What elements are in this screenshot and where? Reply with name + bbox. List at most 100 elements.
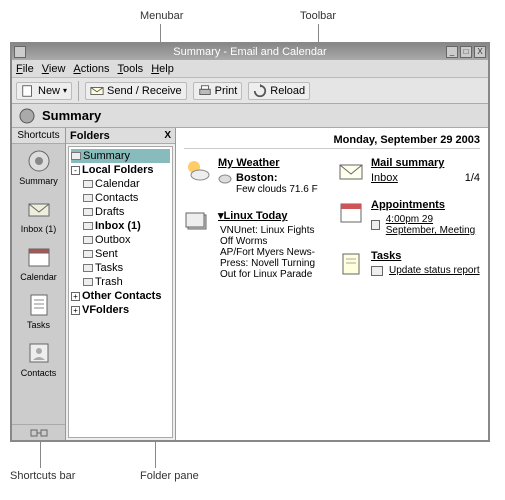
mail-inbox-link[interactable]: Inbox <box>371 172 398 184</box>
folder-pane-header: Folders <box>70 130 110 142</box>
tree-inbox[interactable]: Inbox (1) <box>71 219 170 233</box>
tree-local-folders[interactable]: -Local Folders <box>71 163 170 177</box>
shortcut-contacts[interactable]: Contacts <box>12 336 65 384</box>
inbox-shortcut-icon <box>26 196 52 222</box>
appointments-icon <box>337 199 365 227</box>
callout-toolbar: Toolbar <box>300 10 336 22</box>
new-button[interactable]: New ▾ <box>16 82 72 100</box>
news-icon <box>184 209 212 237</box>
app-window: Summary - Email and Calendar _ □ X FFile… <box>10 42 490 442</box>
tree-vfolders[interactable]: +VFolders <box>71 303 170 317</box>
tasks-title[interactable]: Tasks <box>371 250 480 262</box>
news-item[interactable]: AP/Fort Myers News-Press: Novell Turning… <box>220 247 327 280</box>
main-content: Monday, September 29 2003 My Weather Bos… <box>176 128 488 440</box>
tasks-icon <box>337 250 365 278</box>
folder-icon <box>83 180 93 188</box>
menu-actions[interactable]: Actions <box>73 63 109 75</box>
folder-pane: Folders X Summary -Local Folders Calenda… <box>66 128 176 440</box>
task-item-icon <box>371 266 383 276</box>
page-header: Summary <box>12 104 488 128</box>
weather-city: Boston: <box>236 172 278 184</box>
print-button[interactable]: Print <box>193 82 243 100</box>
menu-file[interactable]: FFileile <box>16 63 34 75</box>
contacts-shortcut-icon <box>26 340 52 366</box>
collapse-icon[interactable]: - <box>71 166 80 175</box>
date-display: Monday, September 29 2003 <box>184 134 480 149</box>
mail-section: Mail summary Inbox 1/4 <box>337 157 480 185</box>
tree-contacts[interactable]: Contacts <box>71 191 170 205</box>
summary-shortcut-icon <box>26 148 52 174</box>
shortcuts-footer[interactable] <box>12 424 65 440</box>
weather-icon <box>184 157 212 185</box>
news-item[interactable]: VNUnet: Linux Fights Off Worms <box>220 225 327 247</box>
tree-tasks[interactable]: Tasks <box>71 261 170 275</box>
reload-button[interactable]: Reload <box>248 82 310 100</box>
folder-icon <box>83 236 93 244</box>
tree-summary[interactable]: Summary <box>71 149 170 163</box>
callout-menubar: Menubar <box>140 10 183 22</box>
mail-icon <box>337 157 365 185</box>
shortcut-inbox[interactable]: Inbox (1) <box>12 192 65 240</box>
mail-inbox-count: 1/4 <box>465 172 480 184</box>
connector-icon <box>29 428 49 438</box>
folder-icon <box>83 264 93 272</box>
shortcut-summary[interactable]: Summary <box>12 144 65 192</box>
news-title[interactable]: ▾Linux Today <box>218 209 327 222</box>
shortcut-calendar[interactable]: Calendar <box>12 240 65 288</box>
summary-tree-icon <box>71 152 81 160</box>
menu-tools[interactable]: Tools <box>118 63 144 75</box>
shortcuts-header: Shortcuts <box>12 128 65 144</box>
titlebar: Summary - Email and Calendar _ □ X <box>12 44 488 60</box>
task-item[interactable]: Update status report <box>389 265 480 276</box>
folder-icon <box>83 208 93 216</box>
folder-pane-close[interactable]: X <box>164 130 171 141</box>
expand-icon[interactable]: + <box>71 306 80 315</box>
mail-title[interactable]: Mail summary <box>371 157 480 169</box>
cloud-icon <box>218 172 232 184</box>
folder-icon <box>83 250 93 258</box>
chevron-down-icon: ▾ <box>63 86 67 95</box>
expand-icon[interactable]: + <box>71 292 80 301</box>
summary-icon <box>18 107 36 125</box>
tasks-section: Tasks Update status report <box>337 250 480 278</box>
new-icon <box>21 84 35 98</box>
reload-icon <box>253 84 267 98</box>
print-icon <box>198 84 212 98</box>
weather-section: My Weather Boston: Few clouds 71.6 F <box>184 157 327 195</box>
tree-other-contacts[interactable]: +Other Contacts <box>71 289 170 303</box>
weather-title[interactable]: My Weather <box>218 157 327 169</box>
tree-outbox[interactable]: Outbox <box>71 233 170 247</box>
weather-conditions: Few clouds 71.6 F <box>236 184 327 195</box>
send-receive-button[interactable]: Send / Receive <box>85 82 187 100</box>
page-title: Summary <box>42 108 101 123</box>
close-button[interactable]: X <box>474 46 486 58</box>
appointments-title[interactable]: Appointments <box>371 199 480 211</box>
app-icon <box>14 46 26 58</box>
send-receive-icon <box>90 84 104 98</box>
tree-sent[interactable]: Sent <box>71 247 170 261</box>
tasks-shortcut-icon <box>26 292 52 318</box>
minimize-button[interactable]: _ <box>446 46 458 58</box>
shortcut-tasks[interactable]: Tasks <box>12 288 65 336</box>
menu-view[interactable]: View <box>42 63 66 75</box>
folder-icon <box>83 222 93 230</box>
callout-folderpane: Folder pane <box>140 470 199 482</box>
appointments-section: Appointments 4:00pm 29 September, Meetin… <box>337 199 480 236</box>
news-section: ▾Linux Today VNUnet: Linux Fights Off Wo… <box>184 209 327 280</box>
menubar: FFileile View Actions Tools Help <box>12 60 488 78</box>
menu-help[interactable]: Help <box>151 63 174 75</box>
folder-tree: Summary -Local Folders Calendar Contacts… <box>68 146 173 438</box>
callout-shortcuts: Shortcuts bar <box>10 470 75 482</box>
appointment-item[interactable]: 4:00pm 29 September, Meeting <box>386 214 480 236</box>
window-title: Summary - Email and Calendar <box>173 46 326 58</box>
tree-drafts[interactable]: Drafts <box>71 205 170 219</box>
tree-trash[interactable]: Trash <box>71 275 170 289</box>
tree-calendar[interactable]: Calendar <box>71 177 170 191</box>
shortcuts-bar: Shortcuts Summary Inbox (1) Calendar Tas… <box>12 128 66 440</box>
folder-icon <box>83 278 93 286</box>
toolbar: New ▾ Send / Receive Print Reload <box>12 78 488 104</box>
maximize-button[interactable]: □ <box>460 46 472 58</box>
appointment-item-icon <box>371 220 380 230</box>
calendar-shortcut-icon <box>26 244 52 270</box>
folder-icon <box>83 194 93 202</box>
